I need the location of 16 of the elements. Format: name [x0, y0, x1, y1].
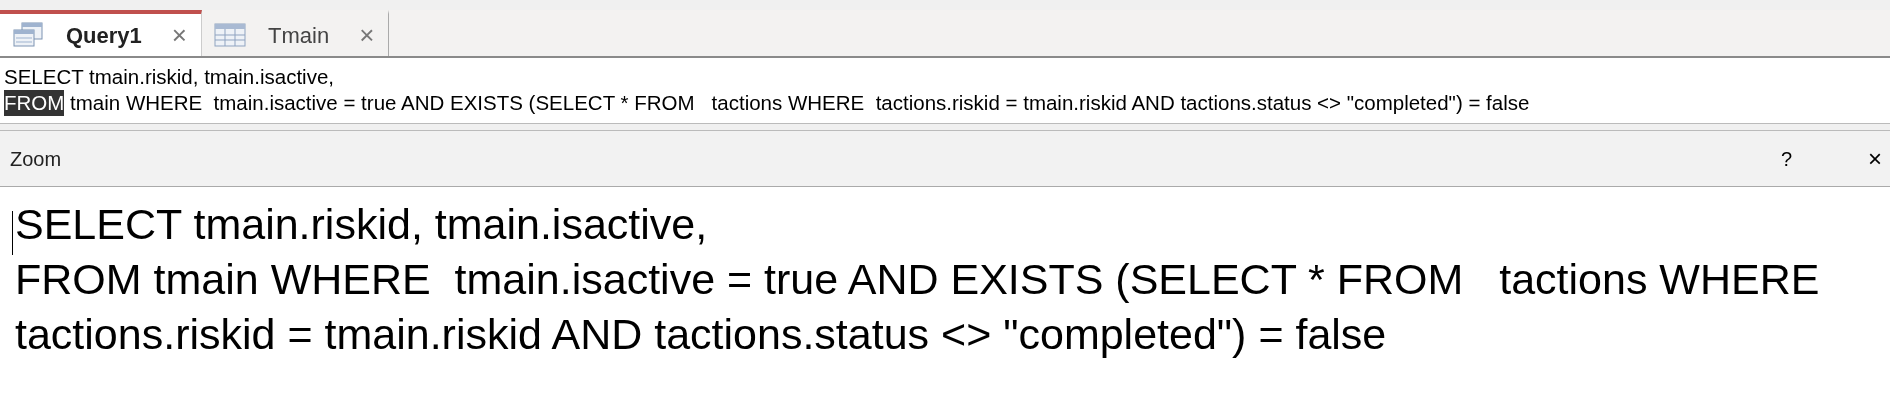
sql-line: FROM tmain WHERE tmain.isactive = true AND EXISTS (SELECT * FROM tactions WHERE [15, 254, 1820, 305]
query-icon [12, 22, 44, 48]
sql-line: SELECT tmain.riskid, tmain.isactive, [15, 199, 708, 250]
help-button[interactable]: ? [1774, 143, 1798, 174]
dialog-title: Zoom [10, 146, 62, 172]
text-cursor [12, 211, 13, 255]
sql-line: tmain WHERE tmain.isactive = true AND EXISTS (SELECT * FROM tactions WHERE tactions.riskid = tmain.riskid AND tactions.status <> "completed") = false [69, 90, 1530, 116]
close-tab-button[interactable]: × [171, 22, 187, 48]
selected-text: FROM [4, 90, 65, 116]
zoom-text-area[interactable]: SELECT tmain.riskid, tmain.isactive, FROM tmain WHERE tmain.isactive = true AND EXISTS (SELECT * FROM tactions WHERE tactions.riskid = tmain.riskid AND tactions.status <> "completed") = false [0, 186, 1890, 401]
close-button[interactable]: × [1868, 146, 1880, 171]
sql-line: tactions.riskid = tmain.riskid AND tactions.status <> "completed") = false [15, 309, 1387, 360]
tab[interactable]: Query1 × [0, 10, 202, 56]
close-tab-button[interactable]: × [359, 22, 375, 48]
table-icon [214, 23, 246, 47]
sql-line: SELECT tmain.riskid, tmain.isactive, [4, 64, 334, 90]
